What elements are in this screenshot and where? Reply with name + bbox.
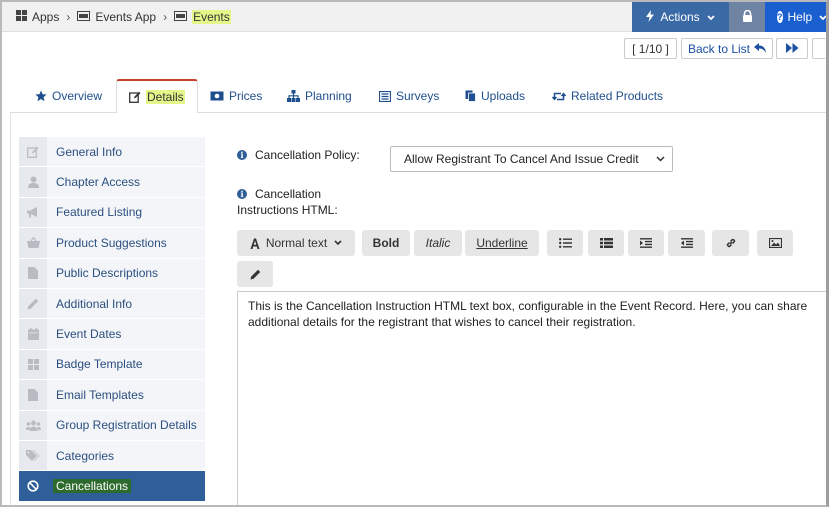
tab-surveys[interactable]: Surveys [379,79,439,113]
cancellation-policy-label: i Cancellation Policy: [237,148,360,162]
link-button[interactable] [712,230,749,256]
edit-icon [129,91,141,103]
font-icon [250,238,260,249]
sidebar-item-chapter-access[interactable]: Chapter Access [19,167,205,198]
basket-icon [19,228,47,258]
sidebar-item-featured-listing[interactable]: Featured Listing [19,197,205,229]
lock-icon [742,9,753,25]
chevron-down-icon [707,10,715,24]
sidebar-item-event-dates[interactable]: Event Dates [19,319,205,350]
indent-icon [640,238,652,248]
money-icon [210,91,224,101]
bold-button[interactable]: Bold [362,230,410,256]
image-button[interactable] [757,230,793,256]
top-bar: Apps › Events App › Events Actions ? Hel… [2,2,827,32]
back-to-list-button[interactable]: Back to List [681,38,773,59]
edit-source-button[interactable] [237,261,273,287]
chevron-down-icon [334,240,342,246]
record-counter: [ 1/10 ] [624,38,677,59]
chevron-down-icon [656,154,665,165]
chevron-right-icon: › [163,10,168,24]
tab-planning[interactable]: Planning [287,79,352,113]
info-icon[interactable]: i [237,189,247,199]
bolt-icon [646,9,655,25]
list-icon [379,90,391,102]
card-icon [174,10,188,24]
list-table-icon [599,238,613,248]
italic-button[interactable]: Italic [414,230,462,256]
chevron-right-icon: › [66,10,71,24]
sitemap-icon [287,90,300,102]
breadcrumb-events[interactable]: Events [174,10,231,24]
list-ul-icon [558,238,572,248]
tab-bar: Overview Details Prices Planning Surveys… [10,79,826,114]
pencil-icon [19,288,47,319]
breadcrumb-events-app[interactable]: Events App [77,10,156,24]
last-record-button[interactable] [812,38,826,59]
sidebar-item-additional-info[interactable]: Additional Info [19,288,205,320]
sidebar: General Info Chapter Access Featured Lis… [19,137,205,502]
chevron-down-icon [819,10,827,24]
sidebar-item-cancellations[interactable]: Cancellations [19,471,205,502]
user-icon [19,167,47,197]
tags-icon [19,440,47,471]
outdent-button[interactable] [668,230,705,256]
breadcrumb-apps[interactable]: Apps [16,10,59,24]
info-icon[interactable]: i [237,150,247,160]
file-icon [19,258,47,288]
outdent-icon [680,238,693,248]
edit-icon [19,137,47,167]
bullet-list-button[interactable] [547,230,583,256]
image-icon [768,238,782,248]
ban-icon [19,471,47,501]
sidebar-item-product-suggestions[interactable]: Product Suggestions [19,228,205,259]
numbered-list-button[interactable] [588,230,624,256]
indent-button[interactable] [628,230,664,256]
help-button[interactable]: ? Help [765,2,827,32]
tab-prices[interactable]: Prices [210,79,262,113]
card-icon [77,10,91,24]
calendar-icon [19,319,47,349]
tab-uploads[interactable]: Uploads [465,79,525,113]
format-dropdown[interactable]: Normal text [237,230,355,256]
sidebar-item-group-registration-details[interactable]: Group Registration Details [19,410,205,441]
cancellation-instructions-label: i Cancellation Instructions HTML: [237,187,338,217]
lock-button[interactable] [729,2,765,32]
cancellation-instructions-editor[interactable]: This is the Cancellation Instruction HTM… [237,291,826,507]
next-record-button[interactable] [776,38,808,59]
tab-overview[interactable]: Overview [35,79,102,113]
sidebar-item-email-templates[interactable]: Email Templates [19,380,205,411]
file-icon [19,380,47,410]
breadcrumb: Apps › Events App › Events [16,10,231,24]
tab-related-products[interactable]: Related Products [552,79,663,113]
grid-icon [19,349,47,380]
actions-button[interactable]: Actions [632,2,729,32]
sidebar-item-public-descriptions[interactable]: Public Descriptions [19,258,205,289]
fast-forward-icon [785,42,799,56]
cancellation-policy-select[interactable]: Allow Registrant To Cancel And Issue Cre… [390,146,673,172]
sidebar-item-categories[interactable]: Categories [19,440,205,472]
megaphone-icon [19,197,47,228]
sidebar-item-general-info[interactable]: General Info [19,137,205,168]
copy-icon [465,90,476,102]
question-circle-icon: ? [777,11,783,23]
users-icon [19,410,47,440]
retweet-icon [552,91,566,102]
sidebar-item-badge-template[interactable]: Badge Template [19,349,205,381]
underline-button[interactable]: Underline [465,230,539,256]
grid-icon [16,10,27,24]
reply-icon [754,42,767,56]
link-icon [725,237,737,249]
pencil-icon [250,269,261,280]
star-icon [35,90,47,102]
tab-details[interactable]: Details [116,79,198,114]
